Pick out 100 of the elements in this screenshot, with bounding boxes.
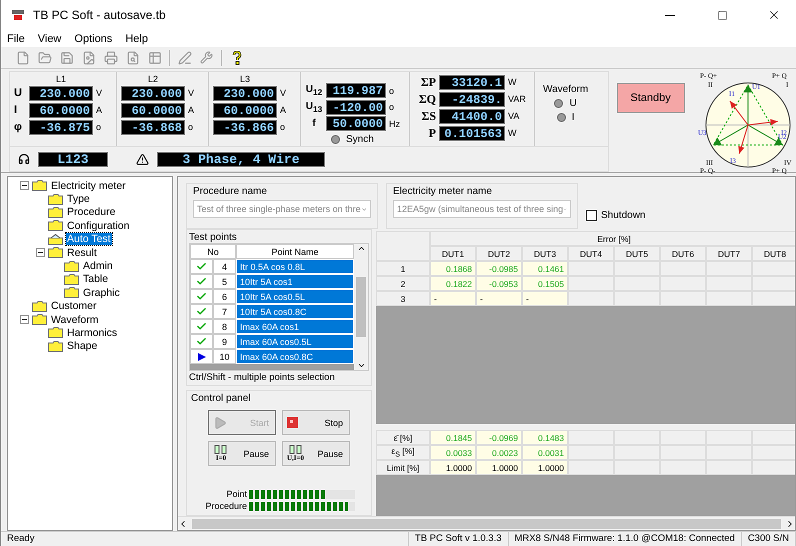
hint-text: Ctrl/Shift - multiple points selection	[189, 372, 335, 383]
meter-dropdown[interactable]: 12EA5gw (simultaneous test of three sing	[393, 200, 571, 218]
progress-label: Procedure	[204, 501, 247, 511]
scrollbar[interactable]	[354, 244, 368, 370]
point-name-cell[interactable]: 10Itr 5A cos0.5L	[236, 289, 354, 304]
tree-item[interactable]: Electricity meter	[50, 180, 127, 192]
scrollbar-thumb[interactable]	[356, 277, 366, 337]
standby-button[interactable]: Standby	[616, 83, 685, 113]
table-cell: 1.0000	[430, 460, 476, 475]
tree-item[interactable]: Result	[66, 246, 98, 259]
unit-label: VAR	[508, 94, 527, 104]
collapse-toggle[interactable]	[20, 181, 29, 190]
row-header: 2	[376, 276, 430, 291]
column-header: No	[190, 244, 236, 259]
column-header: DUT4	[568, 246, 614, 261]
tree-item[interactable]: Harmonics	[66, 326, 118, 339]
unit-label: V	[96, 88, 104, 98]
tree-item[interactable]: Waveform	[50, 314, 100, 326]
tree-item[interactable]: Auto Test	[66, 233, 112, 246]
value-display: 230.000	[29, 86, 93, 100]
folder-icon	[32, 314, 47, 326]
radio-led[interactable]	[554, 99, 564, 108]
collapse-toggle[interactable]	[20, 315, 29, 324]
table-cell	[752, 291, 795, 306]
horizontal-scrollbar[interactable]	[178, 516, 795, 530]
folder-icon	[48, 206, 63, 218]
row-header: 1	[376, 261, 430, 276]
column-header: DUT2	[476, 246, 522, 261]
unit-label: A	[188, 105, 196, 115]
app-icon	[11, 9, 25, 21]
pause-icon	[288, 445, 304, 454]
printer-icon[interactable]	[103, 50, 118, 65]
point-name-cell[interactable]: 10Itr 5A cos0.8C	[236, 304, 354, 319]
unit-label: o	[188, 122, 194, 132]
chevron-down-icon[interactable]	[356, 361, 366, 370]
folder-icon	[48, 234, 63, 245]
menu-item[interactable]: Help	[125, 32, 148, 44]
unit-label: A	[96, 105, 104, 115]
column-header: DUT6	[660, 246, 706, 261]
value-display: 50.0000	[326, 116, 386, 132]
table-cell: 1.0000	[522, 460, 568, 475]
point-name-cell[interactable]: Itr 0.5A cos 0.8L	[236, 259, 354, 274]
table-cell	[706, 460, 752, 475]
group-title: Procedure name	[193, 186, 268, 197]
chevron-up-icon[interactable]	[356, 244, 366, 253]
menu-item[interactable]: Options	[74, 32, 112, 44]
tree-item[interactable]: Graphic	[82, 286, 121, 299]
tree-item[interactable]: Type	[66, 193, 91, 206]
quantity-label: f	[311, 118, 317, 130]
tree-item[interactable]: Customer	[50, 300, 98, 312]
scrollbar-thumb[interactable]	[192, 518, 781, 528]
tree-item[interactable]: Configuration	[66, 220, 130, 232]
column-header: DUT5	[614, 246, 660, 261]
point-name-cell[interactable]: 10Itr 5A cos1	[236, 274, 354, 289]
open-folder-icon[interactable]	[37, 50, 52, 65]
new-file-icon[interactable]	[15, 50, 30, 65]
tree-item[interactable]: Admin	[82, 260, 114, 272]
table-cell: 8	[213, 319, 236, 334]
procedure-dropdown[interactable]: Test of three single-phase meters on thre	[193, 200, 371, 218]
value-display: -36.868	[121, 120, 185, 134]
maximize-icon	[716, 10, 728, 20]
tree-item[interactable]: Procedure	[66, 206, 116, 218]
folder-icon	[48, 194, 63, 205]
checkmark-icon	[196, 261, 207, 272]
pause-icon	[213, 445, 229, 454]
image-file-icon[interactable]	[81, 50, 96, 65]
grid-icon[interactable]	[147, 50, 162, 65]
quantity-label: U	[14, 87, 23, 99]
unit-label: A	[280, 105, 288, 115]
point-name-cell[interactable]: Imax 60A cos0.8C	[236, 349, 354, 364]
menu-item[interactable]: File	[7, 32, 25, 44]
checkmark-icon	[196, 321, 207, 332]
phase-heading: L2	[146, 74, 159, 84]
tree-item[interactable]: Table	[82, 273, 110, 286]
table-cell	[752, 460, 795, 475]
quantity-label: ΣS	[420, 108, 436, 124]
pen-icon[interactable]	[177, 50, 192, 65]
status-text: Ready	[1, 532, 409, 546]
column-header: DUT7	[706, 246, 752, 261]
folder-icon	[48, 340, 63, 352]
table-cell: 0.1845	[430, 430, 476, 445]
wrench-icon[interactable]	[199, 50, 214, 65]
table-cell	[568, 291, 614, 306]
point-name-cell[interactable]: Imax 60A cos0.5L	[236, 334, 354, 349]
file-search-icon[interactable]	[125, 50, 140, 65]
tree-item[interactable]: Shape	[66, 340, 98, 352]
waveform-label: Waveform	[543, 84, 588, 95]
menu-item[interactable]: View	[38, 32, 62, 44]
point-name-cell[interactable]: Imax 60A cos1	[236, 319, 354, 334]
table-cell: -0.0953	[476, 276, 522, 291]
unit-label: V	[280, 88, 288, 98]
table-cell	[568, 430, 614, 445]
stop-button[interactable]: Stop	[282, 410, 350, 435]
table-cell: 1.0000	[476, 460, 522, 475]
shutdown-checkbox[interactable]	[586, 210, 597, 220]
quantity-label: P	[428, 126, 436, 140]
collapse-toggle[interactable]	[36, 248, 45, 258]
radio-led[interactable]	[556, 113, 566, 122]
folder-icon	[48, 220, 63, 232]
save-icon[interactable]	[59, 50, 74, 65]
